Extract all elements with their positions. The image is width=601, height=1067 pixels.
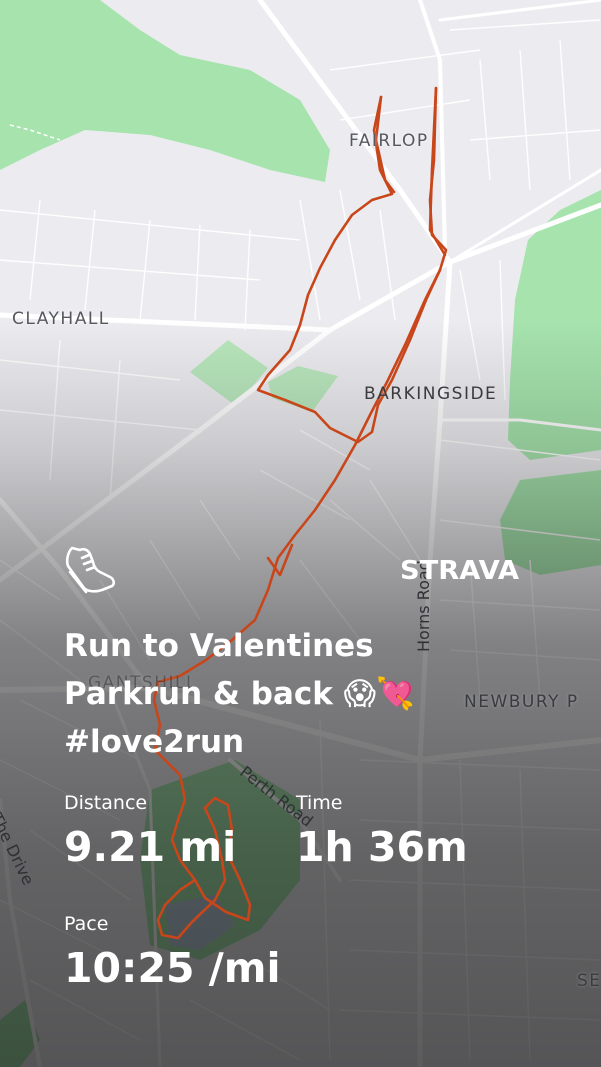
story-card: FAIRLOP CLAYHALL BARKINGSIDE GANTSHILL N… [0, 0, 601, 1067]
running-shoe-icon [65, 546, 116, 594]
activity-title: Run to Valentines Parkrun & back 😱💘 #lov… [64, 628, 415, 760]
distance-value: 9.21 mi [64, 823, 237, 871]
time-label: Time [296, 792, 343, 814]
activity-overlay: STRAVA Run to Valentines Parkrun & back … [0, 0, 601, 1067]
strava-logo: STRAVA [400, 556, 519, 586]
pace-label: Pace [64, 913, 109, 935]
distance-label: Distance [64, 792, 148, 814]
pace-value: 10:25 /mi [64, 944, 281, 992]
time-value: 1h 36m [296, 823, 468, 871]
